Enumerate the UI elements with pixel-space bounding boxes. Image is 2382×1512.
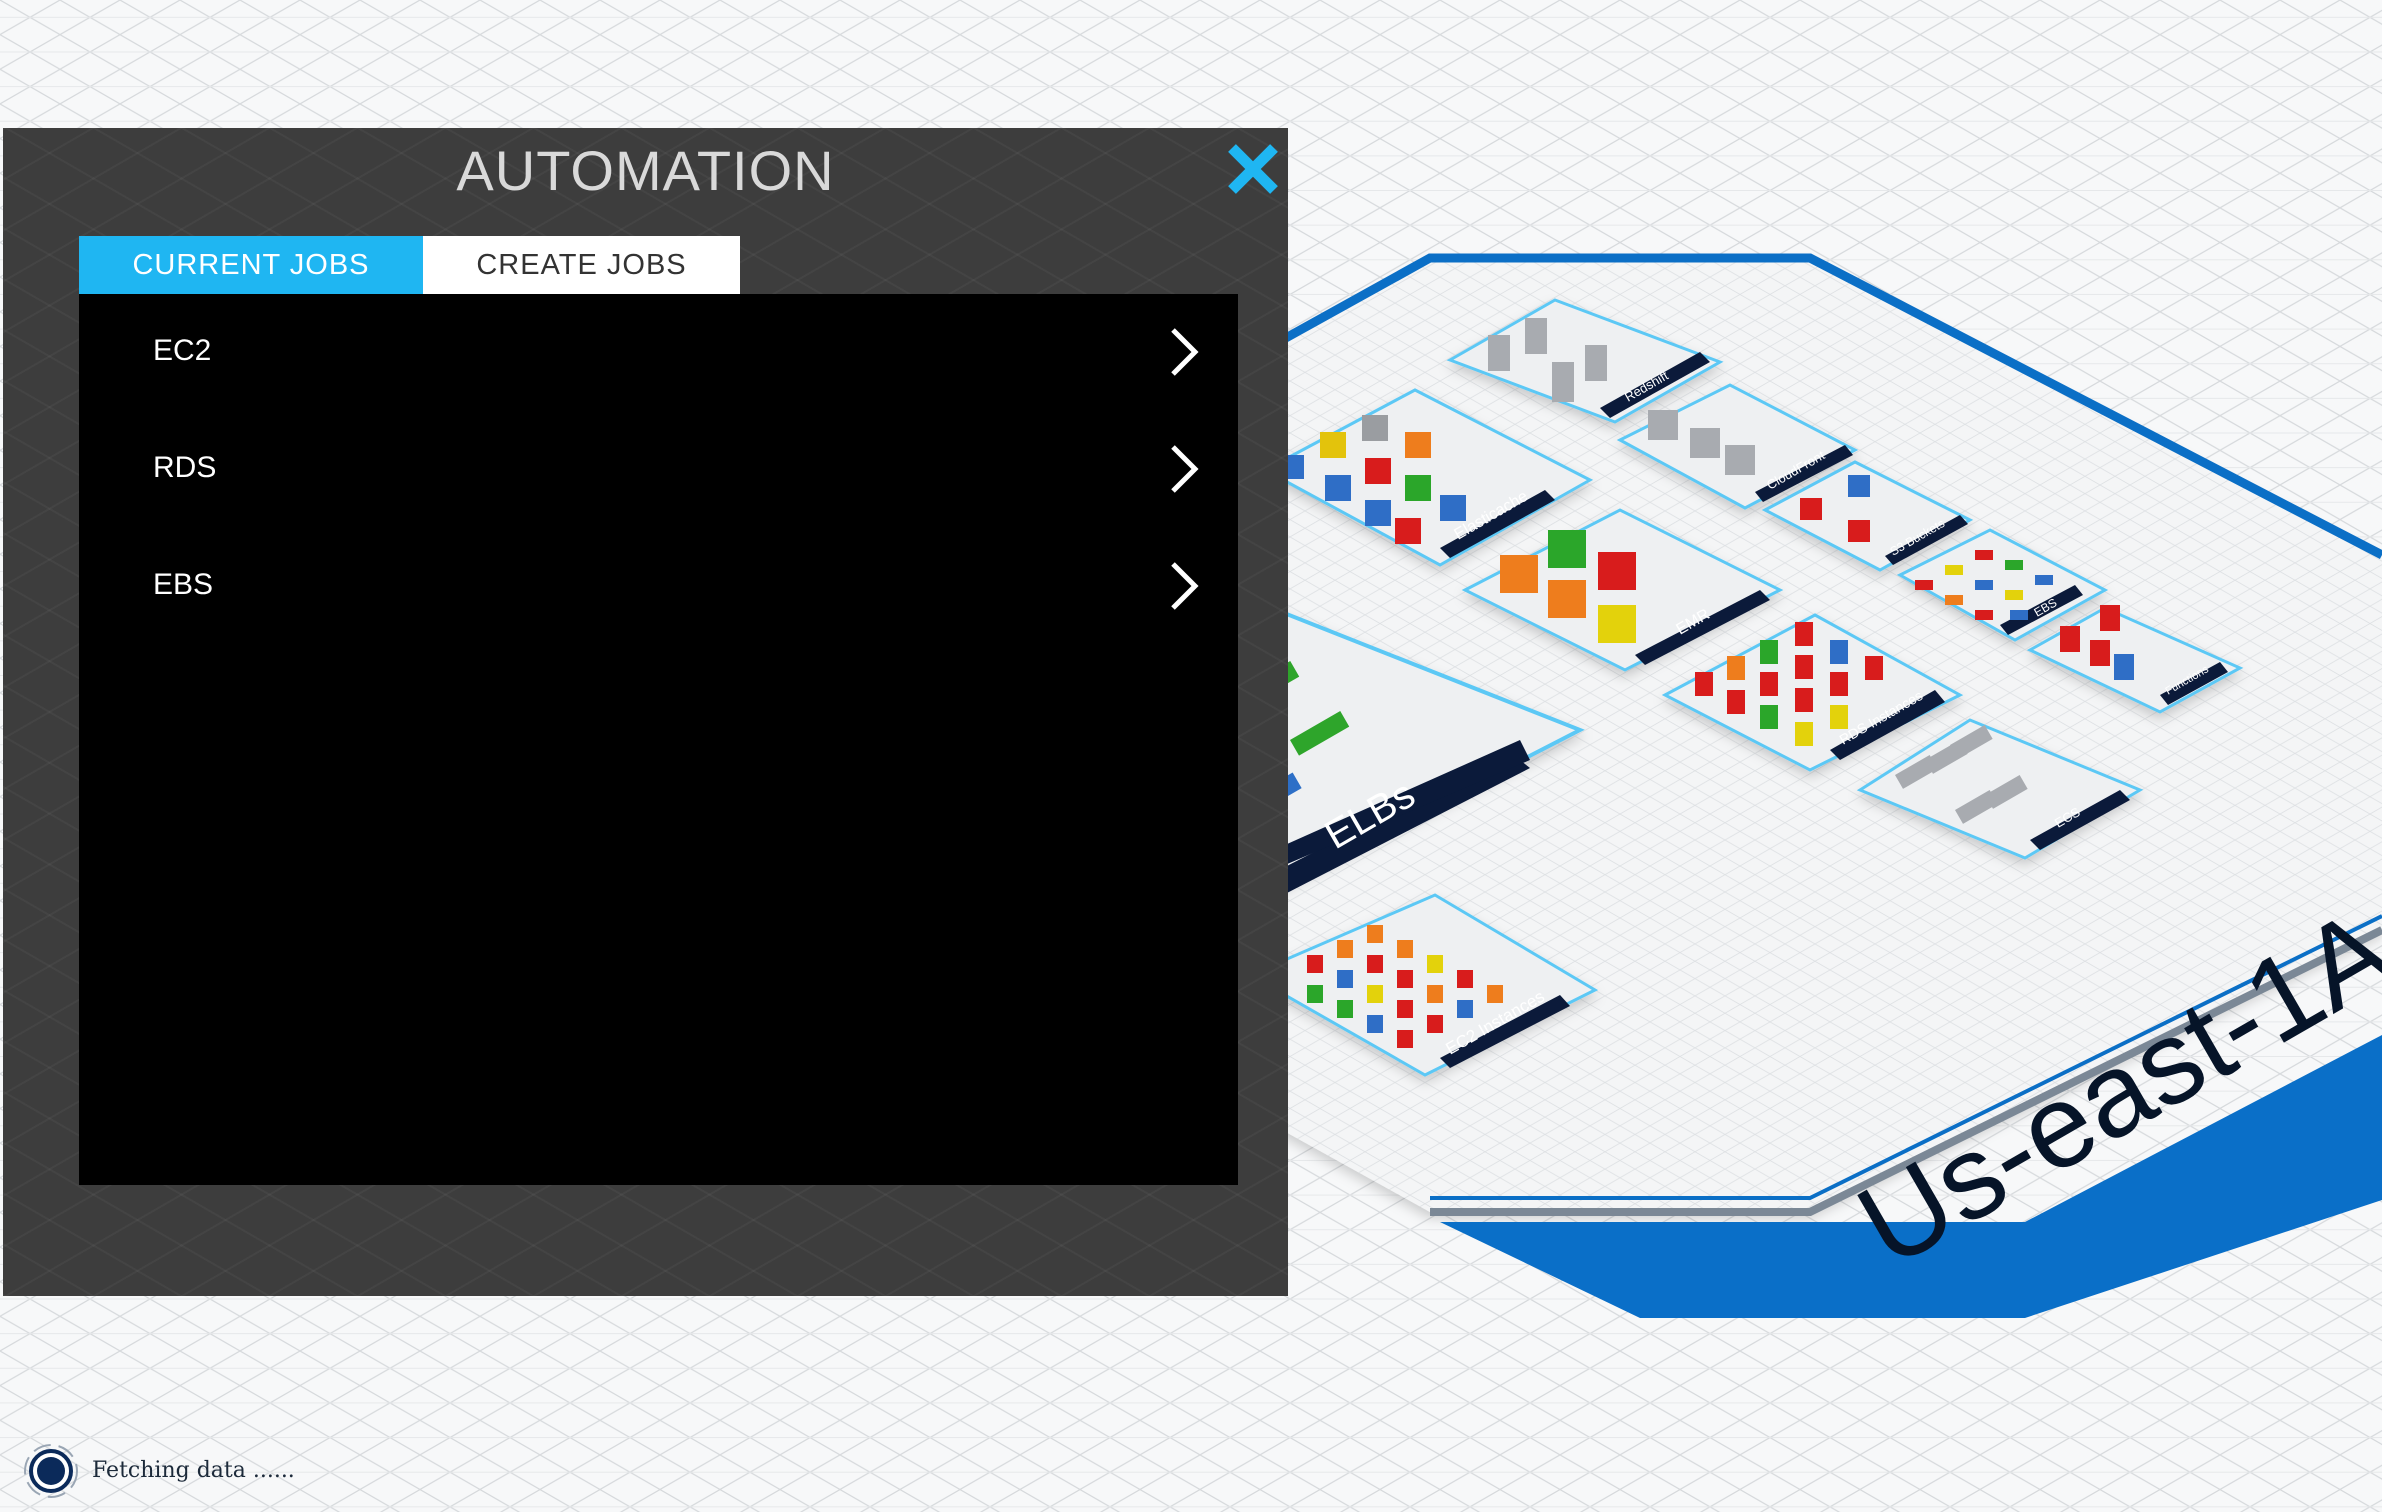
- status-bar: Fetching data ......: [20, 1440, 295, 1500]
- chevron-right-icon: [1171, 328, 1199, 376]
- close-icon: [1228, 144, 1278, 194]
- panel-title: AUTOMATION: [456, 139, 835, 202]
- job-label: EC2: [153, 334, 212, 367]
- job-list: EC2 RDS EBS: [79, 294, 1238, 1185]
- job-item-ebs[interactable]: EBS: [79, 546, 1238, 626]
- chevron-right-icon: [1171, 562, 1199, 610]
- job-item-rds[interactable]: RDS: [79, 429, 1238, 509]
- automation-panel: AUTOMATION CURRENT JOBS CREATE JOBS EC2 …: [3, 128, 1288, 1296]
- close-button[interactable]: [1220, 136, 1286, 202]
- status-text: Fetching data ......: [92, 1458, 295, 1483]
- job-item-ec2[interactable]: EC2: [79, 312, 1238, 392]
- job-label: EBS: [153, 568, 214, 601]
- job-label: RDS: [153, 451, 217, 484]
- chevron-right-icon: [1171, 445, 1199, 493]
- tab-current-jobs[interactable]: CURRENT JOBS: [79, 236, 423, 294]
- job-tabs: CURRENT JOBS CREATE JOBS: [79, 236, 740, 294]
- tab-create-jobs[interactable]: CREATE JOBS: [423, 236, 740, 294]
- loading-spinner-icon: [24, 1444, 78, 1498]
